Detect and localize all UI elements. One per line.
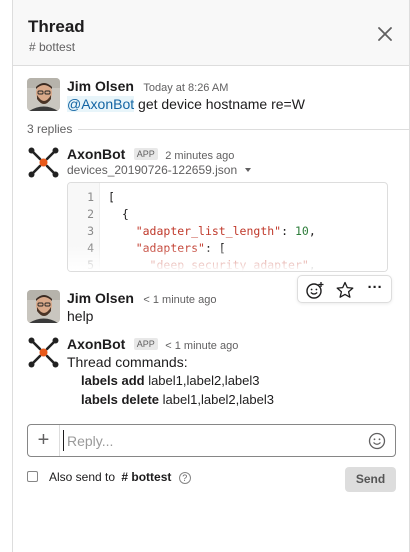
file-name[interactable]: devices_20190726-122659.json	[67, 163, 237, 177]
code-line: [	[108, 190, 115, 204]
close-icon[interactable]	[375, 24, 395, 44]
message-text: Thread commands:	[67, 354, 188, 370]
line-number: 3	[87, 224, 94, 238]
reply-input[interactable]	[63, 430, 353, 451]
command-line: labels delete label1,label2,label3	[81, 392, 274, 407]
command-name: labels delete	[81, 392, 160, 407]
panel-left-border	[12, 0, 13, 552]
also-send-label: Also send to	[49, 470, 116, 484]
app-badge: APP	[133, 338, 158, 350]
file-name-row[interactable]: devices_20190726-122659.json	[67, 163, 252, 177]
code-fade	[68, 245, 387, 271]
reply-message: AxonBot APP < 1 minute ago Thread comman…	[27, 336, 397, 412]
replies-count: 3 replies	[27, 122, 79, 136]
avatar[interactable]	[27, 78, 60, 111]
message-author[interactable]: AxonBot	[67, 146, 125, 162]
command-line: labels add label1,label2,label3	[81, 373, 260, 388]
avatar[interactable]	[27, 290, 60, 323]
message-text: help	[67, 308, 94, 324]
line-number: 2	[87, 207, 94, 221]
replies-divider: 3 replies	[27, 122, 410, 138]
code-line: {	[108, 207, 129, 221]
attach-plus-button[interactable]: +	[28, 425, 60, 456]
command-name: labels add	[81, 373, 145, 388]
thread-header: Thread # bottest	[13, 0, 409, 66]
message-timestamp[interactable]: Today at 8:26 AM	[143, 82, 228, 94]
message-author[interactable]: AxonBot	[67, 336, 125, 352]
command-args: label1,label2,label3	[144, 373, 260, 388]
message-timestamp[interactable]: 2 minutes ago	[165, 150, 234, 162]
parent-message: Jim Olsen Today at 8:26 AM @AxonBot get …	[27, 78, 397, 114]
divider-line	[27, 129, 410, 130]
emoji-icon[interactable]	[368, 432, 386, 450]
line-number: 1	[87, 190, 94, 204]
message-timestamp[interactable]: < 1 minute ago	[143, 294, 216, 306]
command-args: label1,label2,label3	[159, 392, 274, 407]
thread-title: Thread	[28, 17, 85, 36]
also-send-checkbox[interactable]	[27, 471, 38, 482]
message-author[interactable]: Jim Olsen	[67, 290, 134, 306]
user-mention[interactable]: @AxonBot	[67, 96, 135, 112]
code-line: "adapter_list_length": 10,	[135, 224, 316, 238]
send-button[interactable]: Send	[345, 467, 396, 492]
app-badge: APP	[133, 148, 158, 160]
message-text: get device hostname re=W	[134, 96, 305, 112]
also-send-channel: # bottest	[121, 470, 172, 484]
reply-message: Jim Olsen < 1 minute ago help	[27, 290, 397, 326]
axonbot-avatar[interactable]	[27, 146, 60, 179]
axonbot-avatar[interactable]	[27, 336, 60, 369]
help-icon[interactable]: ?	[178, 472, 191, 484]
message-author[interactable]: Jim Olsen	[67, 78, 134, 94]
reply-composer: +	[27, 424, 396, 457]
caret-down-icon[interactable]	[244, 166, 252, 174]
thread-channel[interactable]: # bottest	[29, 40, 75, 54]
code-snippet-preview[interactable]: 1 2 3 4 5 [ { "adapter_list_length": 10,…	[67, 182, 388, 272]
message-timestamp[interactable]: < 1 minute ago	[165, 340, 238, 352]
